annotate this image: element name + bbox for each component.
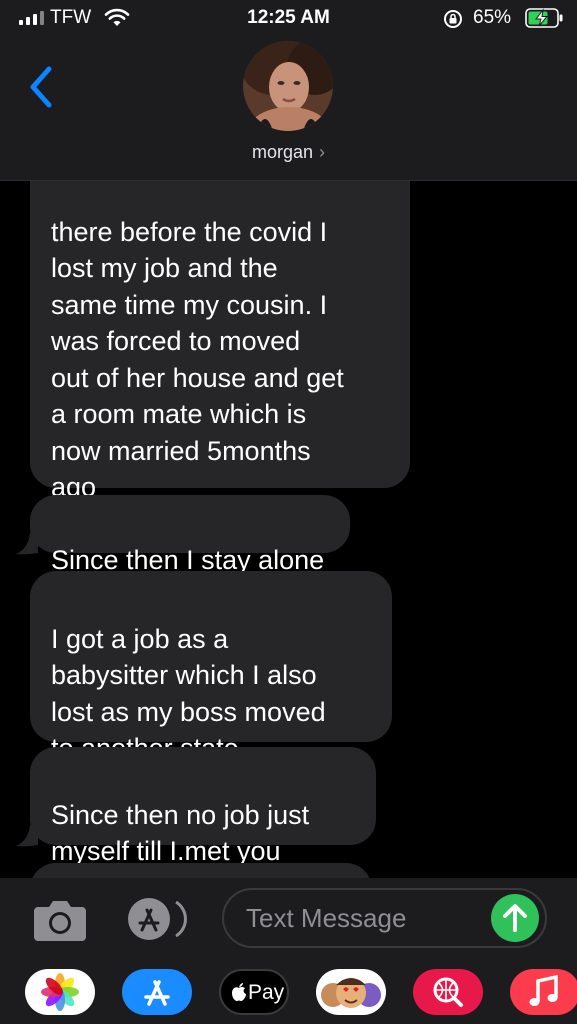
message-thread[interactable]: there before the covid I lost my job and… bbox=[0, 181, 577, 878]
text-message-placeholder: Text Message bbox=[246, 903, 407, 933]
apple-logo-icon bbox=[232, 983, 246, 1001]
back-chevron-icon[interactable] bbox=[28, 66, 54, 108]
message-bubble[interactable]: Since then no job just myself till I.met… bbox=[30, 747, 376, 866]
message-bubble[interactable]: there before the covid I lost my job and… bbox=[30, 181, 410, 502]
send-button[interactable] bbox=[491, 894, 539, 942]
photos-app[interactable] bbox=[25, 969, 95, 1015]
arrow-up-icon bbox=[503, 904, 527, 932]
bubble-tail bbox=[16, 533, 38, 555]
search-images-app[interactable] bbox=[413, 969, 483, 1015]
app-store-app[interactable] bbox=[122, 969, 192, 1015]
orientation-lock-icon bbox=[444, 10, 462, 28]
message-bubble-partial[interactable] bbox=[30, 863, 372, 878]
contact-name: morgan bbox=[251, 142, 314, 162]
music-app[interactable] bbox=[510, 969, 577, 1015]
apple-pay-label: Pay bbox=[248, 981, 285, 1004]
app-store-button-icon[interactable] bbox=[126, 896, 192, 942]
battery-percentage: 65% bbox=[473, 7, 512, 28]
chevron-right-icon: › bbox=[319, 142, 326, 162]
bubble-tail bbox=[16, 825, 38, 847]
conversation-header: TFW 12:25 AM 65% morgan › bbox=[0, 0, 577, 181]
message-text: I got a job as a babysitter which I also… bbox=[51, 623, 326, 764]
message-text: there before the covid I lost my job and… bbox=[51, 216, 344, 503]
contact-name-button[interactable]: morgan › bbox=[0, 142, 577, 163]
message-bubble[interactable]: I got a job as a babysitter which I also… bbox=[30, 571, 392, 763]
status-bar: TFW 12:25 AM 65% bbox=[0, 0, 577, 36]
apple-pay-app[interactable]: Pay bbox=[219, 969, 289, 1015]
battery-charging-icon bbox=[525, 8, 563, 28]
globe-search-icon bbox=[433, 977, 463, 1007]
camera-icon[interactable] bbox=[32, 899, 88, 941]
memoji-app[interactable] bbox=[316, 969, 386, 1015]
memoji-icon bbox=[321, 978, 381, 1008]
message-bubble[interactable]: Since then I stay alone bbox=[30, 495, 350, 575]
message-text: Since then I stay alone bbox=[51, 544, 325, 575]
music-note-icon bbox=[529, 974, 558, 1006]
message-text: Since then no job just myself till I.met… bbox=[51, 799, 310, 867]
contact-avatar[interactable] bbox=[243, 41, 333, 131]
photos-icon bbox=[41, 973, 79, 1011]
app-store-icon bbox=[144, 980, 170, 1006]
